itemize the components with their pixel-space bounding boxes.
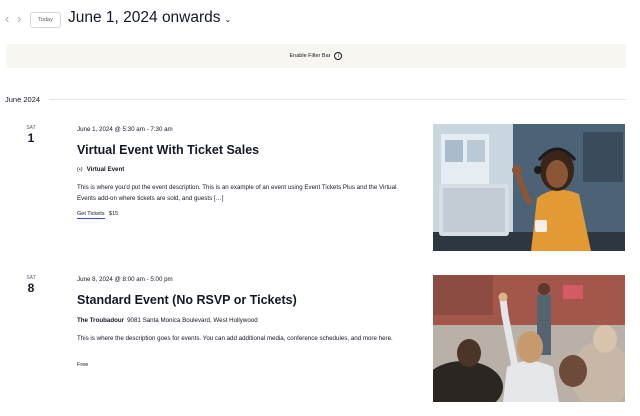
today-button[interactable]: Today — [30, 12, 61, 28]
event-description: This is where you'd put the event descri… — [77, 184, 397, 202]
month-divider — [49, 99, 626, 100]
event-title-link[interactable]: Standard Event (No RSVP or Tickets) — [77, 293, 297, 307]
event-title-link[interactable]: Virtual Event With Ticket Sales — [77, 143, 259, 157]
event-description: This is where the description goes for e… — [77, 335, 393, 342]
event-day-number: 1 — [27, 131, 35, 145]
event-day-number: 8 — [27, 281, 35, 295]
event-price: Free — [77, 362, 89, 368]
event-cost: Get Tickets $15 — [77, 211, 119, 219]
event-cost: Free — [77, 362, 88, 368]
woman-waving-at-laptop-photo — [433, 124, 625, 251]
enable-filter-bar-button[interactable]: Enable Filter Bar i — [6, 44, 626, 68]
event-featured-image[interactable] — [433, 275, 625, 402]
event-venue-name: The Troubadour — [77, 317, 125, 324]
event-venue-address: 9081 Santa Monica Boulevard, West Hollyw… — [127, 317, 258, 324]
month-separator-label: June 2024 — [5, 95, 41, 104]
date-range-picker[interactable]: June 1, 2024 onwards ⌄ — [68, 9, 231, 27]
get-tickets-link[interactable]: Get Tickets — [77, 211, 105, 219]
event-datetime: June 8, 2024 @ 8:00 am - 5:00 pm — [77, 276, 173, 283]
chevron-right-icon[interactable]: › — [17, 12, 21, 26]
chevron-down-icon: ⌄ — [224, 14, 232, 24]
chevron-left-icon[interactable]: ‹ — [5, 12, 9, 26]
event-venue: The Troubadour 9081 Santa Monica Bouleva… — [77, 317, 258, 324]
filter-bar-label: Enable Filter Bar — [289, 53, 331, 59]
audience-raising-hand-photo — [433, 275, 625, 402]
event-venue-name: Virtual Event — [86, 166, 125, 173]
event-price: $15 — [109, 211, 119, 217]
virtual-event-icon: (•) — [77, 166, 83, 173]
date-range-label: June 1, 2024 onwards — [68, 9, 221, 26]
info-icon: i — [334, 52, 343, 60]
event-venue: (•) Virtual Event — [77, 166, 124, 173]
event-featured-image[interactable] — [433, 124, 625, 251]
event-datetime: June 1, 2024 @ 5:30 am - 7:30 am — [77, 126, 173, 133]
